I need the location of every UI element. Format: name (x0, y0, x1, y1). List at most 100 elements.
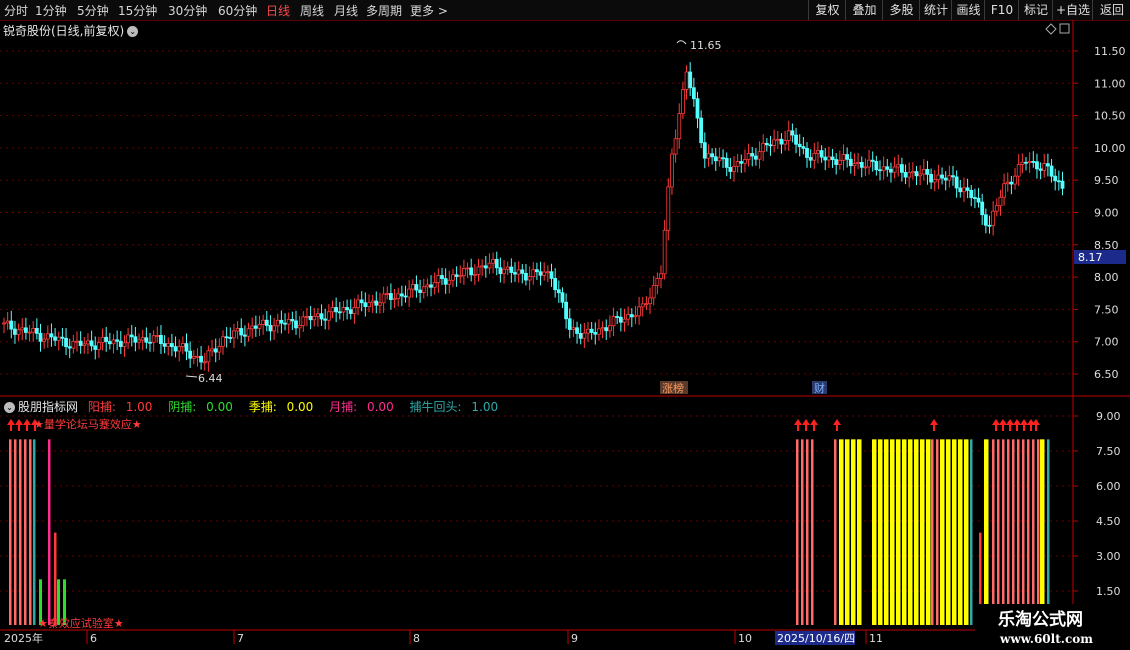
candle-body (746, 153, 751, 160)
event-tag-finance[interactable]: 财 (814, 381, 825, 395)
candle-body (564, 301, 568, 320)
candle-body (451, 274, 455, 281)
candle-body (180, 343, 185, 348)
candle-body (443, 278, 448, 285)
event-tag-limit-up[interactable]: 涨榜 (662, 381, 684, 395)
kline-chart: 11.50 11.00 10.50 10.00 9.50 9.00 8.50 8.00 7.50… (0, 20, 1130, 650)
candle-body (421, 286, 426, 293)
candle-body (947, 175, 952, 181)
candle-body (998, 196, 1003, 207)
candle-body (808, 157, 813, 161)
indicator-bar (884, 439, 889, 625)
candle-body (166, 343, 171, 347)
candle-body (246, 328, 251, 337)
candle-body (472, 273, 477, 276)
price-tick-label: 6.50 (1094, 368, 1119, 381)
candle-body (706, 153, 711, 159)
date-label-sep: 9 (571, 632, 578, 645)
candle-body (819, 150, 824, 158)
candle-body (921, 168, 926, 175)
item-value: 0.00 (206, 400, 233, 414)
indicator-bar (806, 439, 809, 625)
candle-body (184, 343, 189, 352)
candle-body (294, 320, 298, 329)
candle-body (837, 159, 842, 165)
date-label-oct: 10 (738, 632, 752, 645)
candle-body (910, 171, 915, 174)
candle-body (827, 156, 831, 161)
candle-body (13, 328, 17, 335)
candle-body (86, 340, 90, 345)
candle-body (447, 279, 452, 285)
candle-body (973, 197, 977, 199)
candle-body (867, 159, 871, 168)
candle-body (797, 143, 802, 148)
candle-body (870, 159, 875, 162)
candle-body (578, 333, 583, 339)
candle-body (118, 340, 123, 347)
item-value: 0.00 (366, 400, 394, 414)
candle-body (502, 268, 506, 275)
indicator-bar (857, 439, 862, 625)
candle-body (622, 318, 627, 323)
candle-body (261, 319, 266, 325)
indicator-bar (839, 439, 844, 625)
indicator-name[interactable]: 股朋指标网 (18, 400, 78, 414)
candle-body (173, 346, 178, 352)
candle-body (907, 172, 912, 178)
watermark-title: 乐淘公式网 (998, 609, 1083, 630)
indicator-tick-label: 7.50 (1096, 445, 1121, 458)
chevron-down-icon[interactable]: ⌄ (4, 402, 15, 413)
candle-body (556, 289, 561, 294)
diamond-icon[interactable] (1045, 23, 1057, 35)
candle-body (852, 163, 857, 167)
candle-body (1042, 163, 1047, 171)
candle-body (932, 179, 937, 183)
candle-body (71, 341, 76, 349)
candle-body (461, 268, 466, 277)
candle-body (629, 314, 634, 318)
candle-body (812, 152, 817, 161)
candle-body (509, 266, 514, 273)
indicator-bar (878, 439, 883, 625)
candle-body (735, 161, 740, 167)
low-price-label: 6.44 (198, 372, 223, 385)
candle-body (666, 186, 671, 231)
candle-body (100, 336, 105, 343)
candle-body (381, 293, 386, 304)
candle-body (177, 346, 182, 352)
indicator-bar (1027, 439, 1030, 625)
candle-body (1005, 181, 1010, 185)
candle-body (2, 322, 6, 325)
candle-body (1002, 183, 1006, 198)
candle-body (943, 177, 948, 181)
candle-body (618, 316, 623, 323)
candle-body (1060, 180, 1065, 189)
item-label: 阳捕: (87, 400, 116, 414)
candle-body (232, 330, 236, 339)
candle-body (633, 315, 638, 318)
candle-body (38, 332, 43, 342)
indicator-bar (914, 439, 919, 625)
candle-body (155, 334, 160, 337)
candle-body (403, 295, 408, 298)
candle-body (754, 155, 758, 160)
candle-body (1038, 168, 1043, 171)
candle-body (272, 325, 277, 332)
candle-body (713, 156, 718, 162)
price-tick-label: 11.00 (1094, 77, 1126, 90)
maximize-icon[interactable] (1059, 23, 1070, 34)
indicator-tick-label: 1.50 (1096, 585, 1121, 598)
candle-body (524, 272, 528, 281)
date-label-year: 2025年 (4, 631, 43, 645)
candle-body (874, 161, 879, 171)
candle-body (761, 142, 766, 153)
indicator-bar (1017, 439, 1020, 625)
candle-body (436, 275, 441, 283)
candle-body (279, 319, 284, 324)
candle-body (1035, 161, 1039, 170)
candle-body (750, 153, 755, 157)
indicator-tick-label: 4.50 (1096, 515, 1121, 528)
candle-body (115, 339, 120, 342)
indicator-bar (952, 439, 957, 625)
